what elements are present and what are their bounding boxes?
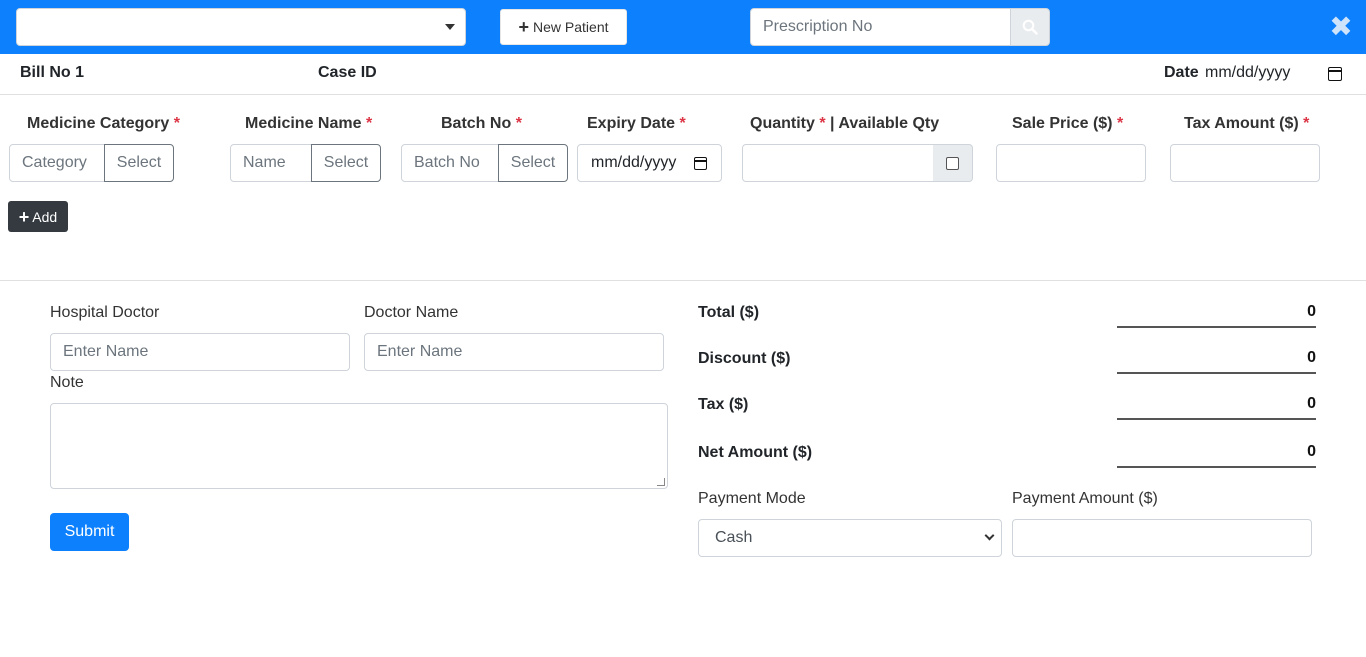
divider <box>0 94 1366 95</box>
submit-label: Submit <box>64 523 115 540</box>
category-placeholder: Category <box>22 154 87 171</box>
bill-date-input[interactable]: mm/dd/yyyy <box>1205 64 1290 86</box>
required-mark: * <box>173 115 180 132</box>
total-value: 0 <box>1117 301 1316 328</box>
medicine-name-select-button[interactable]: Select <box>311 144 381 182</box>
required-mark: * <box>1116 115 1124 132</box>
tax-amount-heading: Tax Amount ($) * <box>1184 115 1309 133</box>
calendar-icon[interactable] <box>694 157 707 170</box>
expiry-date-value: mm/dd/yyyy <box>591 154 677 171</box>
payment-amount-input[interactable] <box>1012 519 1312 557</box>
tax-amount-input[interactable] <box>1170 144 1320 182</box>
tax-amount-label: Tax Amount ($) <box>1184 115 1299 132</box>
chevron-down-icon <box>984 530 995 541</box>
available-qty-checkbox[interactable] <box>946 156 959 170</box>
patient-select[interactable] <box>16 8 466 46</box>
payment-mode-value: Cash <box>715 529 753 546</box>
doctor-name-input[interactable]: Enter Name <box>364 333 664 371</box>
sale-price-heading: Sale Price ($) * <box>1012 115 1123 133</box>
medicine-name-heading: Medicine Name * <box>245 115 372 133</box>
doctor-name-label: Doctor Name <box>364 304 459 321</box>
quantity-heading: Quantity * | Available Qty <box>750 115 939 133</box>
available-qty-label: | Available Qty <box>825 115 940 132</box>
required-mark: * <box>365 115 373 132</box>
required-mark: * <box>679 115 686 132</box>
expiry-date-input[interactable]: mm/dd/yyyy <box>577 144 722 182</box>
hospital-doctor-input[interactable]: Enter Name <box>50 333 350 371</box>
required-mark: * <box>515 115 522 132</box>
net-amount-label: Net Amount ($) <box>698 444 813 461</box>
batch-no-input[interactable]: Batch No <box>401 144 499 182</box>
new-patient-button[interactable]: + New Patient <box>500 9 627 45</box>
batch-placeholder: Batch No <box>414 154 480 171</box>
medicine-name-label: Medicine Name <box>245 115 362 132</box>
batch-no-label: Batch No <box>441 115 512 132</box>
divider <box>0 280 1366 281</box>
batch-no-heading: Batch No * <box>441 115 522 133</box>
caret-down-icon <box>445 24 455 30</box>
medicine-name-input[interactable]: Name <box>230 144 312 182</box>
name-placeholder: Name <box>243 154 286 171</box>
available-qty-addon <box>933 144 973 182</box>
note-textarea[interactable] <box>50 403 668 489</box>
payment-mode-select[interactable]: Cash <box>698 519 1002 557</box>
case-id-label: Case ID <box>318 64 377 81</box>
plus-icon: + <box>518 17 530 37</box>
tax-label: Tax ($) <box>698 396 749 413</box>
prescription-placeholder: Prescription No <box>763 18 873 35</box>
hospital-doctor-placeholder: Enter Name <box>63 343 149 360</box>
required-mark: * <box>1303 115 1310 132</box>
doctor-name-placeholder: Enter Name <box>377 343 463 360</box>
prescription-search-button[interactable] <box>1010 8 1050 46</box>
discount-label: Discount ($) <box>698 350 791 367</box>
top-bar: + New Patient Prescription No ✖ <box>0 0 1366 54</box>
category-select-button[interactable]: Select <box>104 144 174 182</box>
medicine-category-label: Medicine Category <box>27 115 170 132</box>
payment-amount-label: Payment Amount ($) <box>1012 490 1158 507</box>
sale-price-label: Sale Price ($) <box>1012 115 1113 132</box>
medicine-category-heading: Medicine Category * <box>27 115 180 133</box>
payment-mode-label: Payment Mode <box>698 490 806 507</box>
select-label: Select <box>510 154 556 171</box>
resize-handle-icon[interactable] <box>657 478 665 486</box>
sale-price-input[interactable] <box>996 144 1146 182</box>
tax-value: 0 <box>1117 393 1316 420</box>
hospital-doctor-label: Hospital Doctor <box>50 304 160 321</box>
expiry-date-heading: Expiry Date * <box>587 115 686 133</box>
total-label: Total ($) <box>698 304 760 321</box>
new-patient-label: New Patient <box>533 19 609 35</box>
net-amount-value: 0 <box>1117 441 1316 468</box>
date-label: Date <box>1164 64 1199 81</box>
plus-icon: + <box>18 206 30 227</box>
expiry-date-label: Expiry Date <box>587 115 676 132</box>
add-row-button[interactable]: + Add <box>8 201 68 232</box>
select-label: Select <box>116 154 162 171</box>
add-label: Add <box>32 208 58 225</box>
bill-no: Bill No 1 <box>20 64 85 81</box>
batch-no-select-button[interactable]: Select <box>498 144 568 182</box>
discount-value[interactable]: 0 <box>1117 347 1316 374</box>
search-icon <box>1022 19 1038 35</box>
note-label: Note <box>50 374 84 391</box>
quantity-label: Quantity <box>750 115 815 132</box>
quantity-input[interactable] <box>742 144 934 182</box>
prescription-input[interactable]: Prescription No <box>750 8 1011 46</box>
close-icon[interactable]: ✖ <box>1328 13 1354 41</box>
calendar-icon[interactable] <box>1328 67 1342 81</box>
select-label: Select <box>323 154 369 171</box>
submit-button[interactable]: Submit <box>50 513 129 551</box>
category-input[interactable]: Category <box>9 144 105 182</box>
